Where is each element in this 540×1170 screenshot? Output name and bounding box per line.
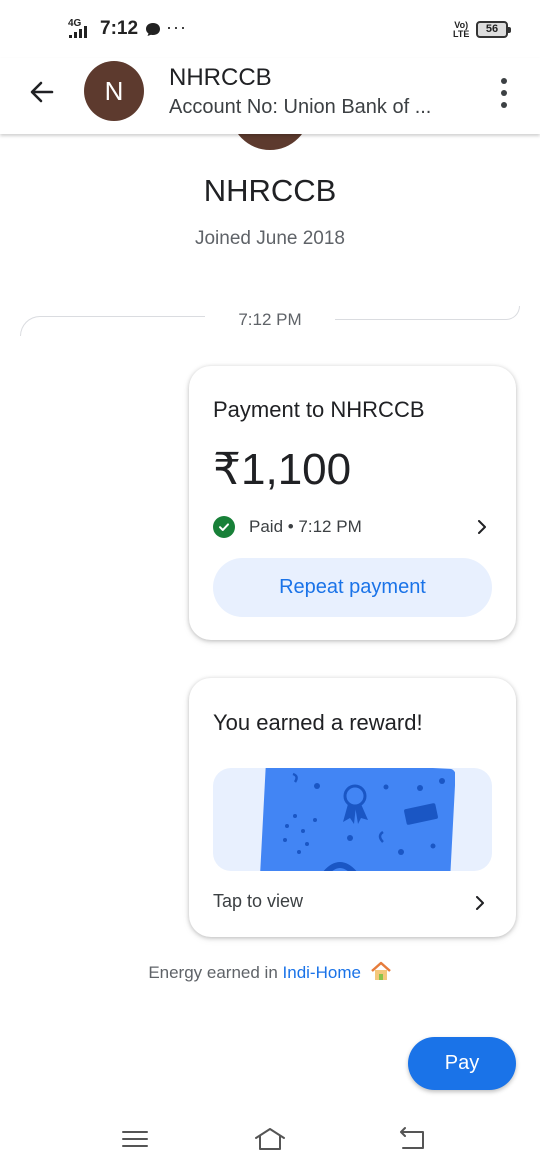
pay-button[interactable]: Pay (408, 1037, 516, 1090)
indi-home-link[interactable]: Indi-Home (283, 963, 361, 982)
more-notifications-icon: ··· (166, 17, 187, 37)
status-bar: 4G 7:12 ··· Vo) LTE 56 (0, 0, 540, 58)
payment-status: Paid • 7:12 PM (249, 517, 362, 536)
check-circle-icon (213, 516, 235, 538)
chat-bubble-icon (146, 23, 160, 36)
reward-title: You earned a reward! (213, 710, 423, 735)
house-icon (370, 961, 391, 980)
timeline-time: 7:12 PM (238, 310, 302, 329)
joined-date: Joined June 2018 (194, 228, 345, 249)
payment-card[interactable]: Payment to NHRCCB ₹1,100 Paid • 7:12 PM … (189, 366, 516, 640)
reward-card[interactable]: You earned a reward! Tap to view (189, 678, 516, 937)
back-icon[interactable] (395, 1124, 429, 1154)
status-time: 7:12 (100, 18, 139, 39)
chevron-right-icon (476, 896, 484, 910)
tap-to-view-row[interactable]: Tap to view (213, 891, 493, 915)
tap-to-view-label: Tap to view (213, 891, 304, 911)
reward-banner[interactable] (213, 768, 492, 871)
repeat-payment-button[interactable]: Repeat payment (213, 558, 492, 617)
contact-name[interactable]: NHRCCB (169, 64, 272, 92)
profile-name: NHRCCB (203, 173, 337, 208)
arrow-left-icon[interactable] (26, 76, 58, 108)
payment-status-row[interactable]: Paid • 7:12 PM (213, 514, 493, 540)
battery-icon: 56 (476, 21, 511, 38)
screen: 4G 7:12 ··· Vo) LTE 56 N NHRCCB Account N… (0, 0, 540, 1170)
account-number[interactable]: Account No: Union Bank of ... (169, 96, 469, 119)
system-navigation-bar (0, 1110, 540, 1170)
home-icon[interactable] (253, 1124, 287, 1154)
energy-prefix: Energy earned in (148, 963, 283, 982)
volte-icon: Vo) LTE (453, 20, 470, 39)
energy-earned-text: Energy earned in Indi-Home (0, 961, 540, 983)
payment-title: Payment to NHRCCB (213, 397, 425, 422)
avatar-letter: N (104, 75, 124, 106)
avatar[interactable]: N (84, 61, 144, 121)
signal-icon (69, 24, 87, 38)
menu-icon[interactable] (118, 1124, 152, 1154)
scratch-card-icon (260, 768, 455, 871)
payment-amount: ₹1,100 (213, 445, 352, 494)
more-vert-icon[interactable] (494, 78, 514, 108)
chevron-right-icon (478, 520, 486, 534)
app-header: N NHRCCB Account No: Union Bank of ... (0, 58, 540, 134)
